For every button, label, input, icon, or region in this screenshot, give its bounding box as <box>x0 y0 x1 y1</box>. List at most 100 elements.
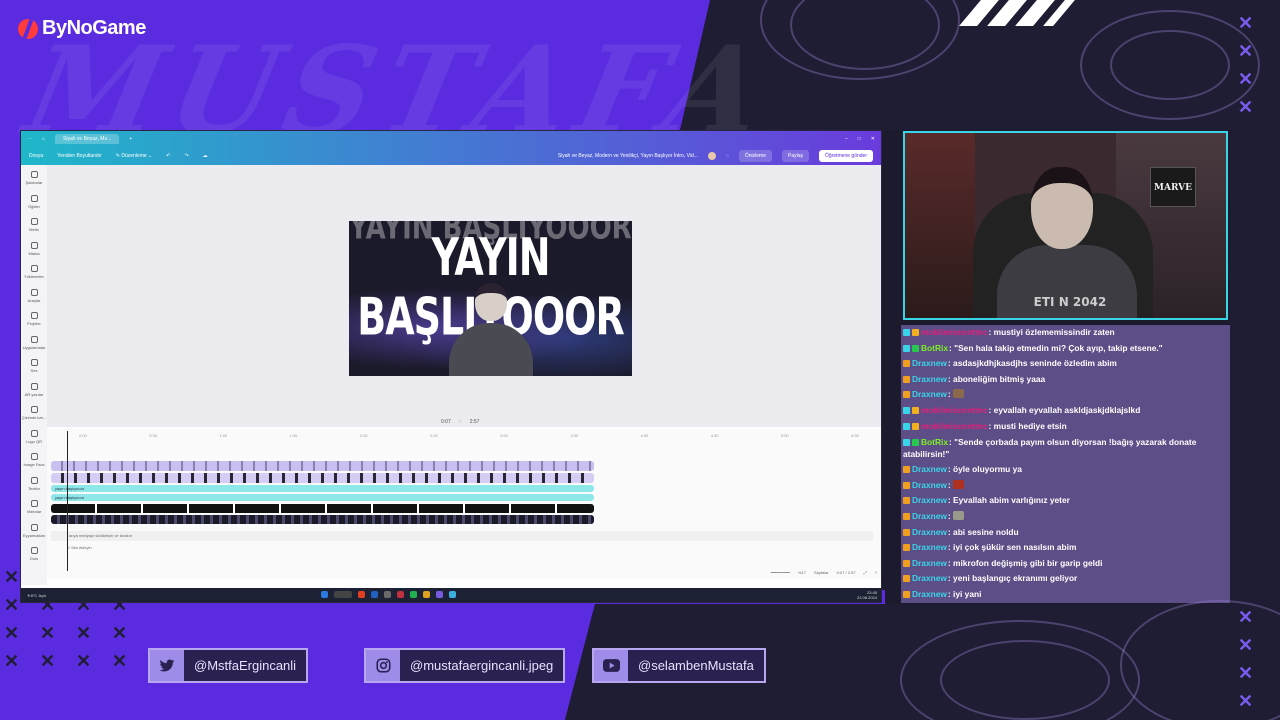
maximize-icon[interactable]: □ <box>858 136 861 142</box>
chat-badge-icon <box>912 422 919 430</box>
app-icon[interactable] <box>397 591 404 598</box>
chat-text: : öyle oluyormu ya <box>947 464 1022 475</box>
timeline-audio-dropzone[interactable]: arıya medyayı sürükleyin ve bırakın <box>51 531 873 541</box>
chat-badge-icon <box>903 406 910 414</box>
sidebar-item[interactable]: Araçlar <box>21 288 47 303</box>
chat-username[interactable]: Draxnew <box>912 358 947 368</box>
sidebar-item-icon <box>30 453 38 460</box>
timeline-track-text[interactable]: yayın başlıyooor <box>51 485 594 492</box>
chat-username[interactable]: Draxnew <box>912 511 947 521</box>
sidebar-item[interactable]: Öğeler <box>21 194 47 209</box>
apps-icon[interactable]: ⋯ <box>27 136 32 142</box>
fullscreen-icon[interactable]: ⤢ <box>864 570 867 575</box>
app-icon[interactable] <box>410 591 417 598</box>
youtube-handle[interactable]: @selambenMustafa <box>628 650 764 681</box>
redo-icon[interactable]: ↷ <box>184 153 188 159</box>
chat-username[interactable]: Draxnew <box>912 389 947 399</box>
timeline-playhead[interactable] <box>67 431 68 571</box>
chat-username[interactable]: Draxnew <box>912 542 947 552</box>
home-icon[interactable]: ⌂ <box>42 136 45 142</box>
app-icon[interactable] <box>436 591 443 598</box>
sidebar-item[interactable]: Uygulamalar <box>21 335 47 350</box>
chat-text: : aboneliğim bitmiş yaaa <box>947 373 1046 384</box>
chat-username[interactable]: mobilmiscenttnc <box>921 421 988 431</box>
chat-emote-icon <box>953 389 965 399</box>
app-icon[interactable] <box>449 591 456 598</box>
sidebar-item-label: Dolu <box>29 556 39 561</box>
overlay-right-border <box>1230 130 1280 604</box>
undo-icon[interactable]: ↶ <box>166 153 170 159</box>
sidebar-item[interactable]: Yüklemeler <box>21 265 47 279</box>
instagram-handle[interactable]: @mustafaergincanli.jpeg <box>400 650 563 681</box>
timeline-track-video[interactable] <box>51 515 594 524</box>
sidebar-item[interactable]: Videolar <box>21 500 47 514</box>
chat-badge-icon <box>903 360 910 368</box>
doc-title[interactable]: Siyah ve Beyaz, Modern ve Yenilikçi, Yay… <box>558 153 698 159</box>
webcam-frame: MARVE ETI N 2042 <box>903 131 1228 320</box>
twitter-icon <box>150 650 184 681</box>
twitter-handle[interactable]: @MstfaErgincanli <box>184 650 306 681</box>
chat-badge-icon <box>903 481 910 489</box>
share-button[interactable]: Paylaş <box>782 150 810 162</box>
menu-edit[interactable]: ✎ Düzenleme ⌄ <box>116 153 152 159</box>
timeline-track-video[interactable] <box>51 504 594 513</box>
new-tab-icon[interactable]: + <box>129 136 132 142</box>
chat-username[interactable]: Draxnew <box>912 558 947 568</box>
sidebar-item[interactable]: Image Facs <box>21 453 47 467</box>
chat-message: Draxnew: asdasjkdhjkasdjhs seninde özled… <box>901 356 1230 372</box>
timeline-track-element[interactable] <box>51 461 594 471</box>
menu-file[interactable]: Dosya <box>29 153 43 159</box>
app-icon[interactable] <box>384 591 391 598</box>
minimize-icon[interactable]: – <box>845 136 848 142</box>
add-audio-button[interactable]: ♫ Ses ekleyin <box>67 545 92 550</box>
chat-username[interactable]: mobilmiscenttnc <box>921 405 988 415</box>
sidebar-item[interactable]: Ses <box>21 359 47 373</box>
chat-username[interactable]: mobilmiscenttnc <box>921 327 988 337</box>
sidebar-item-label: AR yazılar <box>24 391 44 397</box>
sidebar-item[interactable]: Textfor <box>21 476 47 491</box>
sidebar-item[interactable]: Eyyamuktan <box>21 523 47 538</box>
app-icon[interactable] <box>358 591 365 598</box>
avatar[interactable] <box>707 152 716 160</box>
sidebar-item[interactable]: Metin <box>21 218 47 232</box>
app-icon[interactable] <box>423 591 430 598</box>
chat-username[interactable]: Draxnew <box>912 495 947 505</box>
chat-username[interactable]: Draxnew <box>912 464 947 474</box>
zoom-slider[interactable]: ━━━━━━━━ <box>771 570 790 575</box>
chat-username[interactable]: Draxnew <box>912 374 947 384</box>
send-to-teacher-button[interactable]: Öğretmene gönder <box>819 150 873 162</box>
chat-username[interactable]: Draxnew <box>912 589 947 599</box>
chat-message: mobilmiscenttnc: mustiyi özlememissindir… <box>901 325 1230 341</box>
sidebar-item[interactable]: Şablonlar <box>21 171 47 185</box>
browser-tab[interactable]: Siyah ve Beyaz, Mo... <box>55 134 120 144</box>
sidebar-item[interactable]: Marka <box>21 241 47 256</box>
chat-text: : Eyvallah abim varlığınız yeter <box>947 495 1070 506</box>
start-icon[interactable] <box>321 591 328 598</box>
chat-username[interactable]: Draxnew <box>912 480 947 490</box>
sidebar-item[interactable]: Projeler <box>21 312 47 326</box>
sidebar-item-icon <box>30 382 38 390</box>
sidebar-item-label: Çizimde kar... <box>21 415 47 420</box>
preview-button[interactable]: Önizleme <box>738 150 772 162</box>
play-icon[interactable]: ◌ <box>459 419 462 425</box>
timeline-track-text[interactable]: yayın başlıyooor <box>51 494 594 501</box>
chat-username[interactable]: BotRix <box>921 437 948 447</box>
sidebar-item[interactable]: Logo QR <box>21 429 47 444</box>
cloud-icon[interactable]: ☁ <box>203 153 208 159</box>
close-icon[interactable]: ✕ <box>871 136 875 142</box>
sidebar-item[interactable]: AR yazılar <box>21 382 47 397</box>
chat-username[interactable]: Draxnew <box>912 573 947 583</box>
sidebar-item[interactable]: Dolu <box>21 547 47 561</box>
timeline-track-element[interactable] <box>51 473 594 483</box>
app-icon[interactable] <box>371 591 378 598</box>
chat-username[interactable]: Draxnew <box>912 527 947 537</box>
design-preview[interactable]: YAYIN BAŞLIYOOOR YAYIN BAŞLIYOOOR <box>349 221 632 376</box>
search-box[interactable] <box>334 591 352 598</box>
pages-button[interactable]: Sayfalar <box>814 570 829 575</box>
sidebar-item[interactable]: Çizimde kar... <box>21 406 47 420</box>
canvas-area[interactable]: YAYIN BAŞLIYOOOR YAYIN BAŞLIYOOOR <box>47 165 881 427</box>
help-icon[interactable]: ? <box>875 570 877 575</box>
menu-resize[interactable]: Yeniden Boyutlandır <box>57 153 102 159</box>
chat-username[interactable]: BotRix <box>921 343 948 353</box>
comment-icon[interactable]: ◌ <box>726 153 729 159</box>
